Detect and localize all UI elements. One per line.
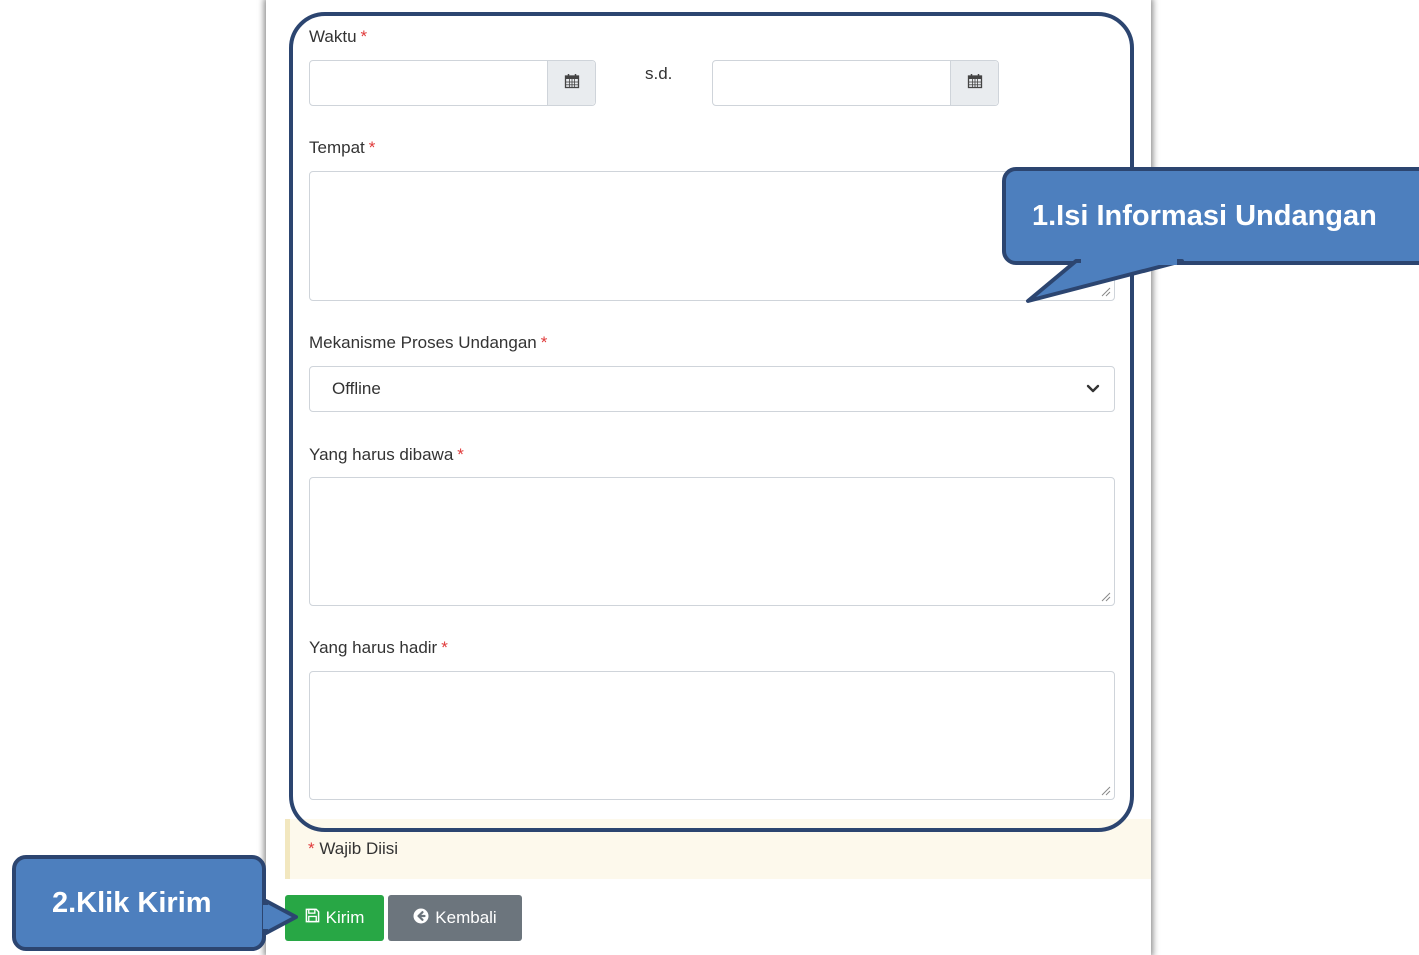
waktu-start-calendar-button[interactable]	[547, 61, 595, 105]
mekanisme-label: Mekanisme Proses Undangan *	[309, 333, 547, 353]
resize-grip-icon[interactable]	[1099, 590, 1111, 602]
sd-label: s.d.	[645, 64, 673, 83]
hadir-label-text: Yang harus hadir	[309, 638, 438, 657]
waktu-end-date-group	[712, 60, 999, 106]
hadir-label: Yang harus hadir *	[309, 638, 448, 658]
dibawa-textarea[interactable]	[309, 477, 1115, 606]
callout-klik-kirim: 2.Klik Kirim	[12, 855, 266, 951]
notice-text: * Wajib Diisi	[308, 839, 398, 859]
waktu-end-calendar-button[interactable]	[950, 61, 998, 105]
resize-grip-icon[interactable]	[1099, 285, 1111, 297]
calendar-icon	[967, 73, 983, 94]
kirim-label: Kirim	[325, 908, 365, 927]
mekanisme-selected-value: Offline	[332, 379, 381, 398]
tempat-label: Tempat *	[309, 138, 375, 158]
waktu-start-input[interactable]	[310, 61, 547, 105]
waktu-label: Waktu *	[309, 27, 367, 47]
required-mark: *	[540, 333, 548, 352]
required-mark: *	[457, 445, 464, 464]
required-mark: *	[308, 839, 315, 858]
kembali-label: Kembali	[435, 908, 497, 927]
tempat-label-text: Tempat	[309, 138, 365, 157]
mekanisme-label-text: Mekanisme Proses Undangan	[309, 333, 537, 352]
chevron-down-icon	[1086, 384, 1100, 393]
callout-isi-informasi: 1.Isi Informasi Undangan	[1002, 167, 1419, 265]
kembali-button[interactable]: Kembali	[388, 895, 522, 941]
save-icon	[305, 908, 320, 928]
required-mark: *	[360, 27, 368, 46]
waktu-start-date-group	[309, 60, 596, 106]
dibawa-label-text: Yang harus dibawa	[309, 445, 454, 464]
notice-label: Wajib Diisi	[319, 839, 399, 858]
waktu-label-text: Waktu	[309, 27, 357, 46]
waktu-end-input[interactable]	[713, 61, 950, 105]
kirim-button[interactable]: Kirim	[285, 895, 384, 941]
dibawa-label: Yang harus dibawa *	[309, 445, 464, 465]
required-notice: * Wajib Diisi	[285, 819, 1151, 879]
required-mark: *	[441, 638, 448, 657]
callout-2-text: 2.Klik Kirim	[52, 886, 212, 919]
required-mark: *	[368, 138, 376, 157]
calendar-icon	[564, 73, 580, 94]
arrow-circle-left-icon	[413, 908, 429, 929]
resize-grip-icon[interactable]	[1099, 784, 1111, 796]
hadir-textarea[interactable]	[309, 671, 1115, 800]
callout-1-text: 1.Isi Informasi Undangan	[1032, 199, 1377, 232]
mekanisme-select[interactable]: Offline	[309, 366, 1115, 412]
tempat-textarea[interactable]	[309, 171, 1115, 301]
